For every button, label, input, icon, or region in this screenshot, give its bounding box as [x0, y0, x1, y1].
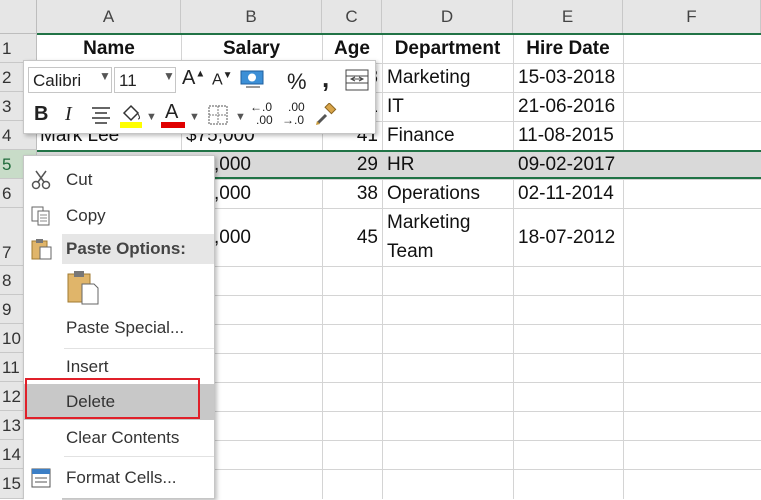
menu-item-insert-label: Insert — [66, 357, 109, 376]
cell-e7[interactable]: 18-07-2012 — [513, 223, 623, 252]
menu-item-copy[interactable]: Copy — [24, 202, 214, 230]
cell-d6[interactable]: Operations — [382, 179, 513, 208]
chevron-down-icon: ▼ — [163, 69, 175, 83]
cell-e4[interactable]: 11-08-2015 — [513, 121, 623, 150]
menu-item-paste-special[interactable]: Paste Special... — [24, 314, 214, 342]
increase-decimal-icon[interactable]: ←.0.00 — [250, 101, 280, 131]
column-header-a[interactable]: A — [37, 0, 181, 34]
cell-d5[interactable]: HR — [382, 150, 513, 179]
fill-color-icon[interactable] — [119, 101, 143, 129]
menu-item-format-cells[interactable]: Format Cells... — [24, 463, 214, 493]
font-color-letter-icon: A — [165, 101, 179, 123]
cell-b1[interactable]: Salary — [181, 34, 322, 63]
row-header-1[interactable]: 1 — [0, 34, 37, 63]
cell-c6[interactable]: 38 — [322, 179, 382, 208]
chevron-down-icon: ▼ — [99, 69, 111, 83]
column-header-c[interactable]: C — [322, 0, 382, 34]
cell-d3[interactable]: IT — [382, 92, 513, 121]
accounting-format-icon[interactable] — [240, 68, 266, 90]
clipboard-icon — [30, 238, 52, 260]
increase-decimal-label: .00 — [256, 113, 273, 127]
scissors-icon — [30, 169, 52, 191]
bold-button[interactable]: B — [34, 103, 48, 126]
delete-highlight-box — [25, 378, 200, 419]
cell-d4[interactable]: Finance — [382, 121, 513, 150]
comma-style-icon[interactable]: , — [322, 63, 329, 94]
menu-item-insert[interactable]: Insert — [24, 353, 214, 381]
cell-d7-line1[interactable]: Marketing — [382, 208, 513, 237]
column-header-b[interactable]: B — [181, 0, 322, 34]
cell-c5[interactable]: 29 — [322, 150, 382, 179]
font-name-value: Calibri — [33, 71, 82, 90]
cell-d7-line2[interactable]: Team — [382, 237, 513, 266]
font-color-icon[interactable]: A — [161, 101, 185, 129]
cell-b6[interactable]: ,000 — [214, 179, 322, 208]
cell-e1[interactable]: Hire Date — [513, 34, 623, 63]
format-cells-icon — [30, 467, 52, 489]
menu-item-cut[interactable]: Cut — [24, 166, 214, 194]
cell-b7[interactable]: ,000 — [214, 223, 322, 252]
font-size-value: 11 — [119, 71, 137, 90]
mini-toolbar: Calibri ▼ 11 ▼ A▲ A▼ % , B I ▼ A ▼ ▼ ←.0… — [23, 60, 376, 134]
menu-item-cut-label: Cut — [66, 170, 93, 189]
format-painter-table-icon[interactable] — [345, 68, 369, 92]
decrease-font-size-icon[interactable]: A▼ — [212, 70, 233, 89]
cell-a1[interactable]: Name — [37, 34, 181, 63]
font-size-combo[interactable]: 11 ▼ — [114, 67, 176, 93]
copy-icon — [30, 205, 52, 227]
decrease-decimal-icon[interactable]: .00 →.0 — [282, 101, 312, 131]
chevron-down-icon[interactable]: ▼ — [146, 111, 157, 123]
percent-style-icon[interactable]: % — [287, 69, 307, 95]
cell-e6[interactable]: 02-11-2014 — [513, 179, 623, 208]
column-header-e[interactable]: E — [513, 0, 623, 34]
menu-item-paste-options: Paste Options: — [24, 234, 214, 264]
menu-item-clear-contents-label: Clear Contents — [66, 428, 180, 447]
format-painter-icon[interactable] — [314, 102, 338, 127]
italic-button[interactable]: I — [65, 103, 72, 126]
cell-d2[interactable]: Marketing — [382, 63, 513, 92]
context-menu: Cut Copy Paste Options: Paste Special...… — [23, 155, 215, 500]
column-header-d[interactable]: D — [382, 0, 513, 34]
borders-icon[interactable] — [207, 104, 229, 126]
cell-e5[interactable]: 09-02-2017 — [513, 150, 623, 179]
cell-c7[interactable]: 45 — [322, 223, 382, 252]
cell-c1[interactable]: Age — [322, 34, 382, 63]
menu-item-paste-special-label: Paste Special... — [66, 318, 185, 337]
chevron-down-icon[interactable]: ▼ — [235, 111, 246, 123]
cell-b5[interactable]: ,000 — [214, 150, 322, 179]
menu-item-copy-label: Copy — [66, 206, 106, 225]
align-center-icon[interactable] — [90, 105, 112, 125]
font-name-combo[interactable]: Calibri ▼ — [28, 67, 112, 93]
column-header-f[interactable]: F — [623, 0, 761, 34]
select-all-corner[interactable] — [0, 0, 37, 34]
menu-item-clear-contents[interactable]: Clear Contents — [24, 424, 214, 452]
menu-item-format-cells-label: Format Cells... — [66, 468, 177, 487]
chevron-down-icon[interactable]: ▼ — [189, 111, 200, 123]
increase-font-size-icon[interactable]: A▲ — [182, 67, 205, 90]
paste-options-label: Paste Options: — [66, 239, 186, 258]
paste-icon-button[interactable] — [66, 270, 100, 306]
cell-e2[interactable]: 15-03-2018 — [513, 63, 623, 92]
cell-e3[interactable]: 21-06-2016 — [513, 92, 623, 121]
cell-d1[interactable]: Department — [382, 34, 513, 63]
